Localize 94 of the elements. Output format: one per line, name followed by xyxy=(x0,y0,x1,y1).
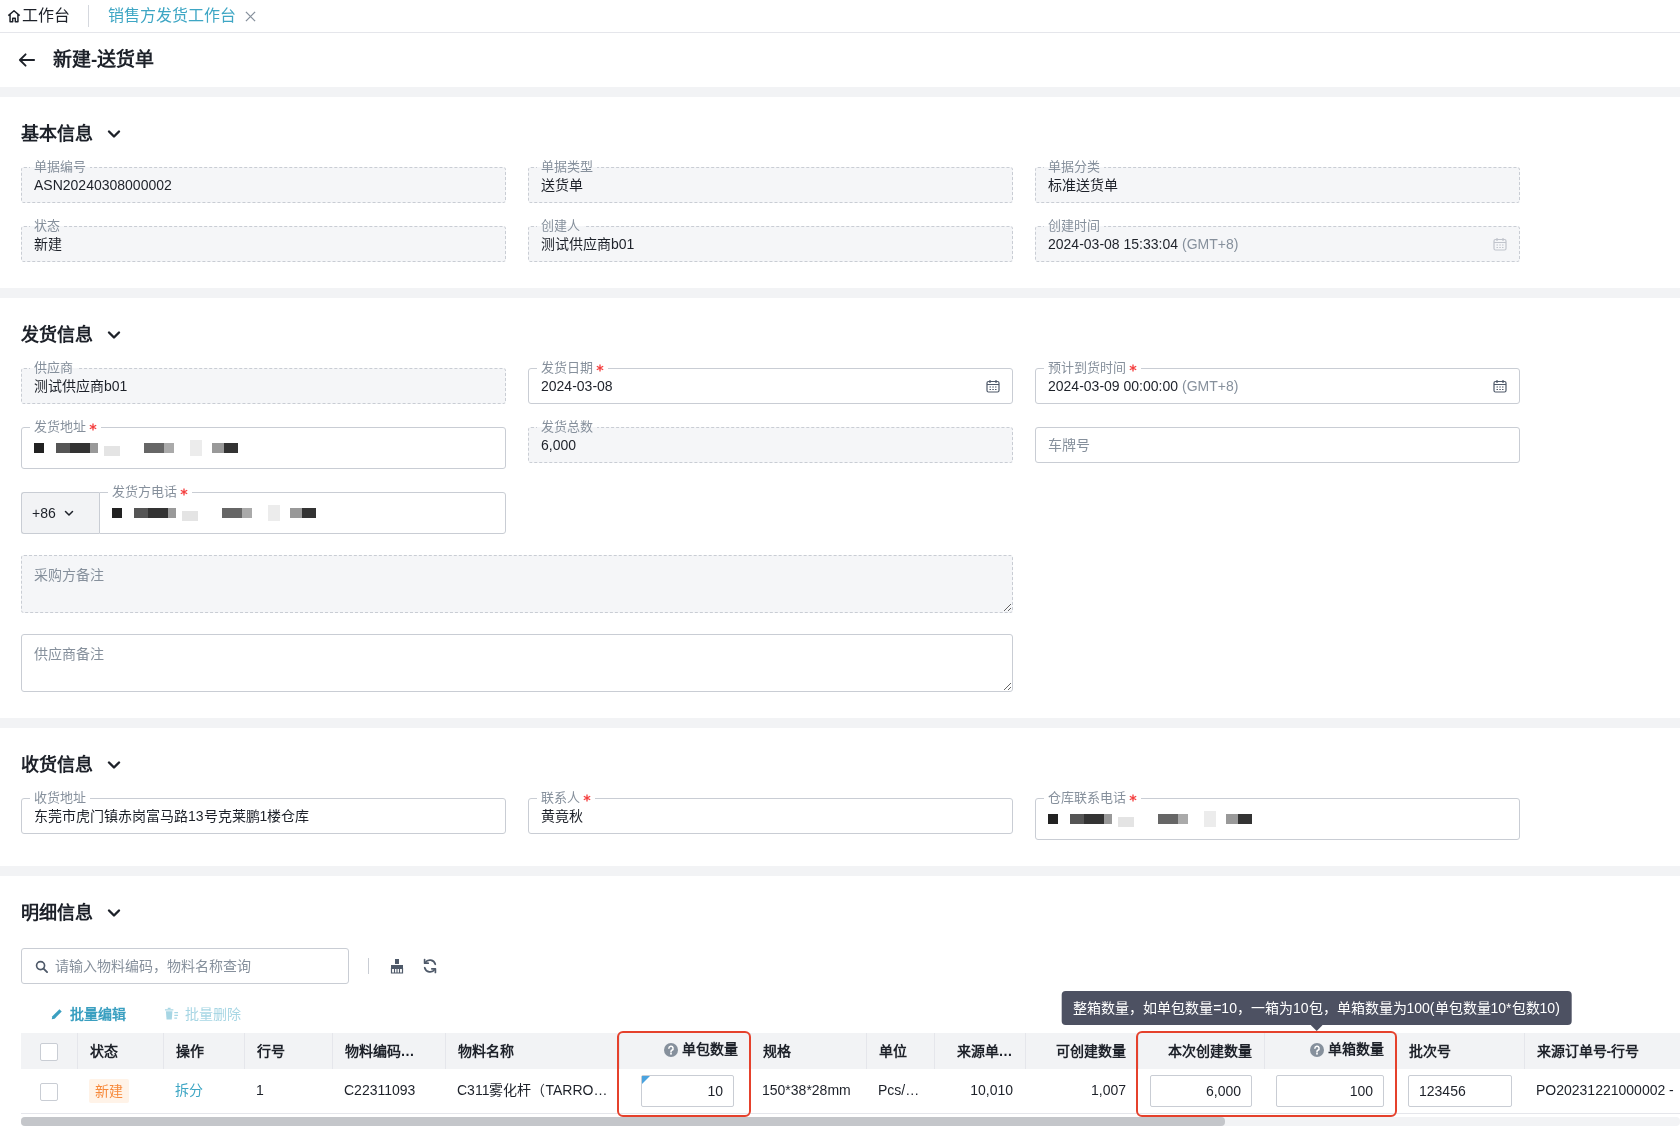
column-header: 操作 xyxy=(175,1041,204,1061)
remarks-field[interactable]: 供应商备注 xyxy=(21,634,1013,692)
calendar-icon[interactable] xyxy=(1493,379,1507,393)
help-icon[interactable] xyxy=(663,1042,678,1057)
column-header: 本次创建数量 xyxy=(1167,1041,1252,1061)
trash-icon xyxy=(164,1007,179,1021)
field-label: 发货总数 xyxy=(541,420,593,434)
field-label: 仓库联系电话 xyxy=(1048,791,1126,805)
home-icon xyxy=(7,9,21,23)
field-label: 创建时间 xyxy=(1048,219,1100,233)
field-value: 2024-03-08 15:33:04 xyxy=(1048,235,1178,254)
input-field[interactable]: 10 xyxy=(641,1074,734,1107)
input-field[interactable]: 123456 xyxy=(1408,1074,1512,1107)
column-header: 单包数量 xyxy=(681,1040,738,1060)
calendar-icon xyxy=(1493,237,1507,251)
field-label: 联系人 xyxy=(541,791,580,805)
field-value: ASN20240308000002 xyxy=(34,176,172,195)
timezone-suffix: (GMT+8) xyxy=(1182,235,1239,254)
field-value: 测试供应商b01 xyxy=(34,377,128,396)
table-cell: C22311093 xyxy=(332,1069,445,1113)
brush-icon[interactable] xyxy=(389,958,405,974)
chevron-down-icon[interactable] xyxy=(107,758,121,772)
column-header: 物料名称 xyxy=(457,1041,514,1061)
status-badge: 新建 xyxy=(89,1078,129,1103)
select-all-checkbox[interactable] xyxy=(39,1042,58,1061)
section-title: 明细信息 xyxy=(21,901,93,925)
field-value: 测试供应商b01 xyxy=(541,235,635,254)
field-label: 单据分类 xyxy=(1048,160,1100,174)
column-header: 单箱数量 xyxy=(1327,1040,1384,1060)
field-value: 送货单 xyxy=(541,176,583,195)
field-value: 黄竟秋 xyxy=(541,807,583,826)
input-field[interactable]: 车牌号 xyxy=(1035,427,1520,463)
field-label: 状态 xyxy=(34,219,60,233)
field-label: 单据类型 xyxy=(541,160,593,174)
tab[interactable]: 工作台 xyxy=(7,5,70,27)
table-cell: 1 xyxy=(244,1069,332,1113)
tooltip: 整箱数量，如单包数量=10，一箱为10包，单箱数量为100(单包数量10*包数10) xyxy=(1061,990,1572,1025)
input-field[interactable]: 6,000 xyxy=(1150,1074,1252,1107)
scrollbar-thumb[interactable] xyxy=(21,1116,1226,1126)
chevron-down-icon[interactable] xyxy=(107,328,121,342)
country-code-select[interactable]: +86 xyxy=(21,492,99,534)
column-header: 单位 xyxy=(878,1041,907,1061)
help-icon[interactable] xyxy=(1309,1042,1324,1057)
field-value: 新建 xyxy=(34,235,62,254)
input-field[interactable]: 联系人 黄竟秋 xyxy=(528,791,1013,834)
field-value: 6,000 xyxy=(541,436,577,455)
column-header: 行号 xyxy=(256,1041,285,1061)
caret-icon xyxy=(63,508,74,518)
field-label: 发货方电话 xyxy=(112,485,177,499)
row-checkbox[interactable] xyxy=(40,1082,58,1101)
field-label: 预计到货时间 xyxy=(1048,361,1126,375)
column-header: 物料编码… xyxy=(344,1041,415,1061)
search-icon xyxy=(35,960,48,973)
column-header: 批次号 xyxy=(1408,1041,1451,1061)
refresh-icon[interactable] xyxy=(422,958,438,974)
input-field[interactable]: 100 xyxy=(1276,1074,1384,1107)
field-value: 2024-03-08 xyxy=(541,377,613,396)
back-arrow-icon[interactable] xyxy=(18,51,36,69)
table-cell: 150*38*28mm xyxy=(750,1069,866,1113)
chevron-down-icon[interactable] xyxy=(107,127,121,141)
tooltip-pointer-icon xyxy=(1310,1024,1323,1031)
table-cell: C311雾化杆（TARRO… xyxy=(445,1069,619,1113)
field-label: 创建人 xyxy=(541,219,580,233)
close-icon[interactable] xyxy=(245,10,256,22)
section-title: 基本信息 xyxy=(21,122,93,146)
page-title: 新建-送货单 xyxy=(53,48,155,72)
column-header: 规格 xyxy=(762,1041,791,1061)
input-field[interactable]: 预计到货时间 2024-03-09 00:00:00 (GMT+8) xyxy=(1035,361,1520,404)
column-header: 来源单… xyxy=(956,1041,1013,1061)
table-cell: 1,007 xyxy=(1025,1069,1138,1113)
input-field[interactable]: 发货日期 2024-03-08 xyxy=(528,361,1013,404)
field-label: 收货地址 xyxy=(34,791,86,805)
field-value: 东莞市虎门镇赤岗富马路13号克莱鹏1楼仓库 xyxy=(34,807,310,826)
pencil-icon xyxy=(50,1007,64,1021)
table-cell: Pcs/… xyxy=(866,1069,934,1113)
field-label: 单据编号 xyxy=(34,160,86,174)
input-field[interactable]: 收货地址 东莞市虎门镇赤岗富马路13号克莱鹏1楼仓库 xyxy=(21,791,506,834)
column-header: 状态 xyxy=(89,1041,118,1061)
field-label: 供应商 xyxy=(34,361,73,375)
column-header: 来源订单号-行号 xyxy=(1536,1041,1640,1061)
calendar-icon[interactable] xyxy=(986,379,1000,393)
field-label: 发货地址 xyxy=(34,420,86,434)
timezone-suffix: (GMT+8) xyxy=(1182,377,1239,396)
remarks-field[interactable]: 采购方备注 xyxy=(21,555,1013,613)
section-title: 发货信息 xyxy=(21,323,93,347)
column-header: 可创建数量 xyxy=(1055,1041,1126,1061)
field-value: 2024-03-09 00:00:00 xyxy=(1048,377,1178,396)
section-title: 收货信息 xyxy=(21,753,93,777)
field-value: 标准送货单 xyxy=(1048,176,1118,195)
table-cell: 10,010 xyxy=(934,1069,1025,1113)
table-cell: PO20231221000002 - xyxy=(1524,1069,1680,1113)
field-label: 发货日期 xyxy=(541,361,593,375)
chevron-down-icon[interactable] xyxy=(107,906,121,920)
search-field[interactable]: 请输入物料编码，物料名称查询 xyxy=(21,948,349,984)
